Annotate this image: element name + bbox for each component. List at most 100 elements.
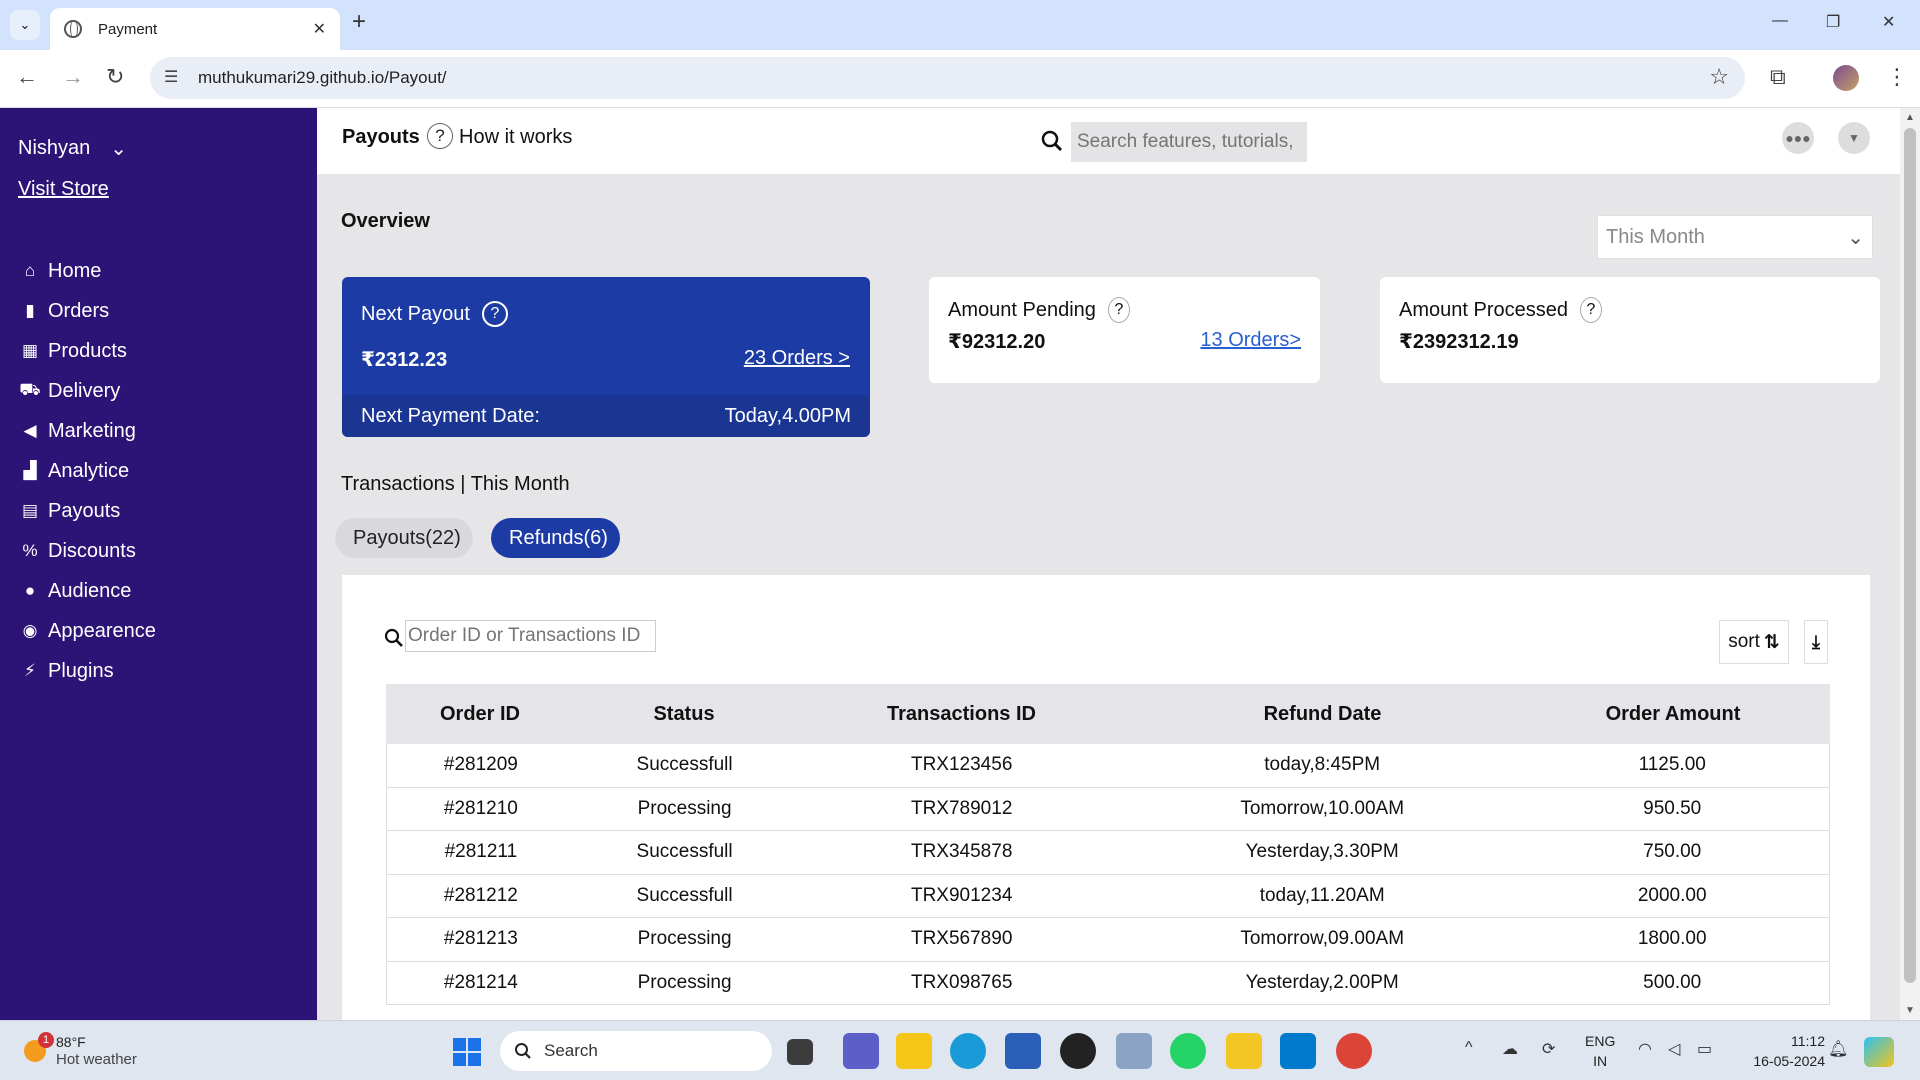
minimize-icon[interactable]: — [1772, 12, 1788, 30]
tab-search-chevron-icon[interactable]: ⌄ [10, 10, 40, 40]
security-shield-icon[interactable] [1226, 1033, 1262, 1069]
close-window-icon[interactable]: ✕ [1882, 12, 1895, 32]
sidebar-item-delivery[interactable]: ⛟ Delivery [18, 371, 156, 411]
new-tab-button[interactable]: + [352, 8, 366, 36]
status-cell: Processing [637, 797, 732, 819]
copilot-icon[interactable] [1864, 1037, 1894, 1067]
close-tab-icon[interactable]: ✕ [313, 19, 326, 39]
site-info-icon[interactable]: ☰ [164, 67, 178, 87]
column-header[interactable]: Status [574, 703, 794, 726]
sidebar-item-analytics[interactable]: ▟ Analytice [18, 451, 156, 491]
next-payout-orders-link[interactable]: 23 Orders > [744, 347, 850, 370]
task-view-icon[interactable] [787, 1039, 813, 1065]
address-bar[interactable]: ☰ muthukumari29.github.io/Payout/ ☆ [150, 57, 1745, 99]
sort-label: sort [1728, 631, 1760, 652]
help-icon[interactable]: ? [427, 123, 453, 149]
chrome-icon[interactable] [1336, 1033, 1372, 1069]
chat-icon[interactable]: ●●● [1782, 122, 1814, 154]
appearance-icon: ◉ [22, 621, 38, 640]
scrollbar-thumb[interactable] [1904, 128, 1916, 983]
restore-icon[interactable]: ❐ [1826, 12, 1840, 32]
sidebar-item-payouts[interactable]: ▤ Payouts [18, 491, 156, 531]
help-icon[interactable]: ? [481, 301, 508, 327]
sidebar-item-label: Audience [48, 579, 132, 602]
onedrive-icon[interactable]: ☁ [1502, 1039, 1518, 1059]
bookmark-star-icon[interactable]: ☆ [1709, 64, 1729, 90]
profile-avatar[interactable] [1833, 65, 1859, 91]
sidebar-item-audience[interactable]: ● Audience [18, 571, 156, 611]
sidebar-item-marketing[interactable]: ◀ Marketing [18, 411, 156, 451]
sort-button[interactable]: sort ⇅ [1719, 620, 1789, 664]
volume-icon[interactable]: ◁ [1668, 1039, 1680, 1059]
file-explorer-icon[interactable] [896, 1033, 932, 1069]
dropdown-caret-icon[interactable]: ▼ [1838, 122, 1870, 154]
sidebar-item-orders[interactable]: ▮ Orders [18, 291, 156, 331]
sidebar-item-label: Appearence [48, 619, 156, 642]
status-cell: Successfull [636, 754, 733, 776]
sync-icon[interactable]: ⟳ [1542, 1039, 1555, 1059]
sidebar-item-products[interactable]: ▦ Products [18, 331, 156, 371]
back-icon[interactable]: ← [16, 64, 38, 90]
tab-refunds[interactable]: Refunds(6) [491, 518, 620, 558]
sidebar-item-discounts[interactable]: % Discounts [18, 531, 156, 571]
amount-pending-value: ₹92312.20 [948, 331, 1046, 353]
edge-icon[interactable] [950, 1033, 986, 1069]
column-header[interactable]: Refund Date [1129, 703, 1516, 726]
windows-start-icon[interactable] [453, 1038, 481, 1066]
period-select[interactable]: This Month ⌄ [1597, 215, 1873, 259]
how-it-works-link[interactable]: How it works [459, 126, 572, 149]
store-icon[interactable] [1005, 1033, 1041, 1069]
pending-orders-link[interactable]: 13 Orders> [1200, 329, 1301, 352]
page-scrollbar[interactable]: ▲ ▼ [1900, 108, 1920, 1020]
user-menu[interactable]: Nishyan ⌄ [18, 136, 127, 161]
weather-widget[interactable]: 1 88°F Hot weather [24, 1032, 137, 1069]
transaction-id-cell: TRX345878 [910, 841, 1013, 863]
wifi-icon[interactable]: ◠ [1638, 1039, 1652, 1059]
whatsapp-icon[interactable] [1170, 1033, 1206, 1069]
order-amount-cell: 1800.00 [1637, 928, 1707, 950]
sidebar-item-plugins[interactable]: ⚡ Plugins [18, 651, 156, 691]
table-row[interactable]: #281213 Processing TRX567890 Tomorrow,09… [386, 918, 1830, 962]
system-clock[interactable]: 11:12 16-05-2024 [1735, 1031, 1825, 1071]
dell-icon[interactable] [1060, 1033, 1096, 1069]
column-header[interactable]: Order Amount [1516, 703, 1830, 726]
sidebar-item-label: Marketing [48, 419, 136, 442]
extensions-icon[interactable]: ⧉ [1770, 64, 1786, 90]
tab-payouts[interactable]: Payouts(22) [335, 518, 473, 558]
top-bar: Payouts ? How it works ●●● ▼ [317, 108, 1900, 174]
teams-icon[interactable] [843, 1033, 879, 1069]
notifications-icon[interactable]: 🔔︎ [1828, 1039, 1848, 1059]
sidebar-item-appearance[interactable]: ◉ Appearence [18, 611, 156, 651]
visit-store-link[interactable]: Visit Store [18, 178, 109, 201]
photos-icon[interactable] [1116, 1033, 1152, 1069]
feature-search-input[interactable] [1071, 122, 1307, 162]
taskbar-search[interactable]: Search [500, 1031, 772, 1071]
table-row[interactable]: #281212 Successfull TRX901234 today,11.2… [386, 874, 1830, 918]
download-icon[interactable]: ⤓ [1804, 620, 1828, 664]
transaction-search-input[interactable] [405, 620, 656, 652]
scroll-down-icon[interactable]: ▼ [1905, 1005, 1915, 1016]
battery-icon[interactable]: ▭ [1697, 1039, 1712, 1059]
table-row[interactable]: #281211 Successfull TRX345878 Yesterday,… [386, 831, 1830, 875]
show-hidden-icons-icon[interactable]: ^ [1465, 1039, 1473, 1057]
forward-icon[interactable]: → [62, 64, 84, 90]
help-icon[interactable]: ? [1579, 297, 1602, 323]
browser-toolbar: ← → ↻ ☰ muthukumari29.github.io/Payout/ … [0, 50, 1920, 108]
table-row[interactable]: #281209 Successfull TRX123456 today,8:45… [386, 744, 1830, 788]
next-payout-card: Next Payout ? ₹2312.23 23 Orders > Next … [342, 277, 870, 437]
sidebar-item-home[interactable]: ⌂ Home [18, 251, 156, 291]
menu-kebab-icon[interactable]: ⋮ [1886, 64, 1908, 90]
amount-pending-card: Amount Pending ? ₹92312.20 13 Orders> [929, 277, 1320, 383]
search-icon [384, 628, 404, 653]
help-icon[interactable]: ? [1107, 297, 1130, 323]
column-header[interactable]: Transactions ID [794, 703, 1129, 726]
column-header[interactable]: Order ID [386, 703, 574, 726]
browser-tab[interactable]: Payment ✕ [50, 8, 340, 50]
language-indicator[interactable]: ENG IN [1585, 1031, 1615, 1071]
reload-icon[interactable]: ↻ [106, 64, 124, 90]
scroll-up-icon[interactable]: ▲ [1905, 112, 1915, 123]
discounts-icon: % [22, 541, 38, 560]
table-row[interactable]: #281210 Processing TRX789012 Tomorrow,10… [386, 787, 1830, 831]
table-row[interactable]: #281214 Processing TRX098765 Yesterday,2… [386, 961, 1830, 1005]
vscode-icon[interactable] [1280, 1033, 1316, 1069]
